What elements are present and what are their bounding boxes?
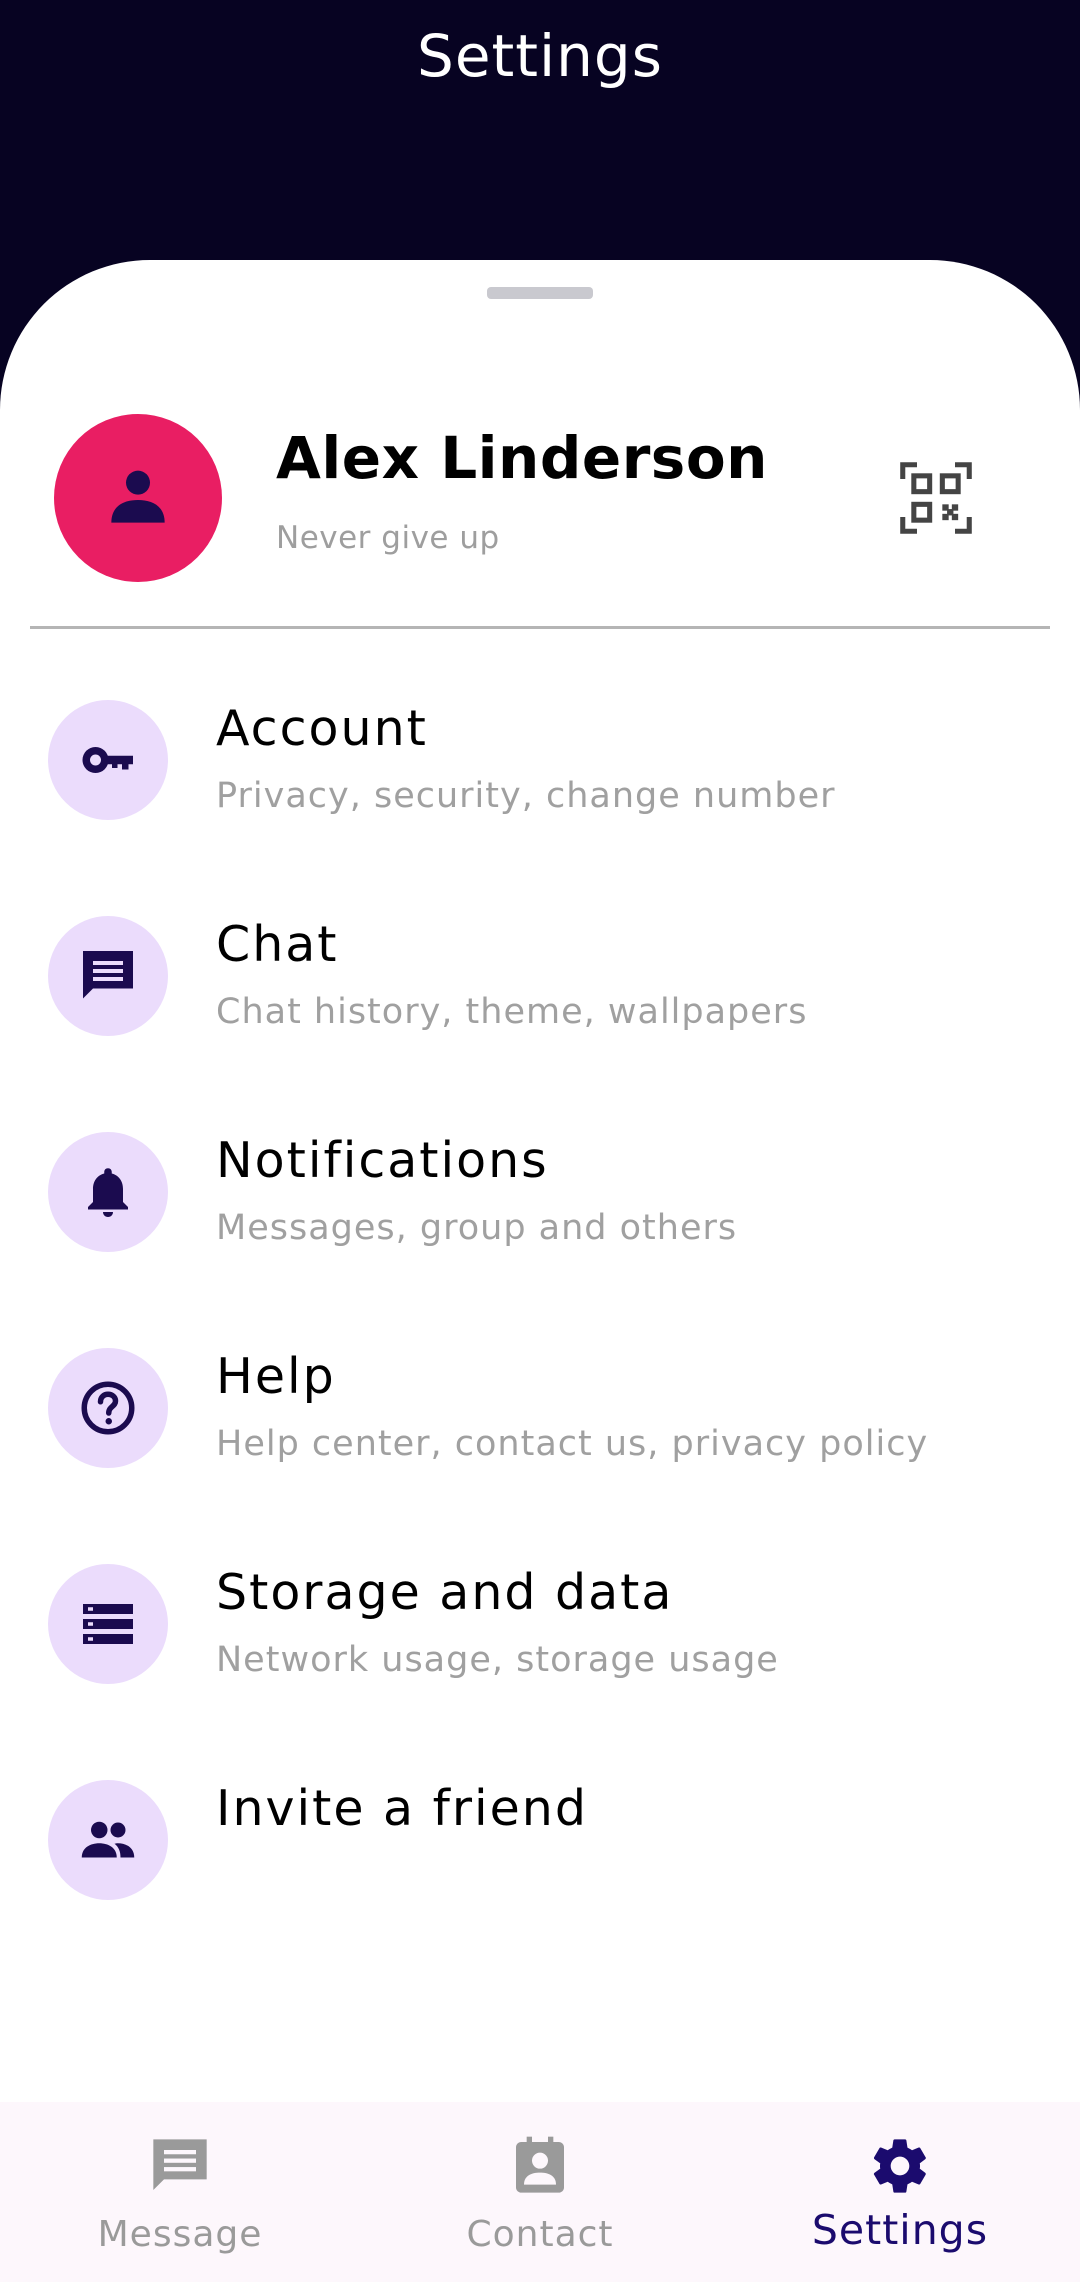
qr-code-icon <box>900 462 972 534</box>
nav-label: Settings <box>811 2206 989 2254</box>
menu-item-subtitle: Network usage, storage usage <box>216 1640 779 1680</box>
profile-card[interactable]: Alex Linderson Never give up <box>54 414 1044 584</box>
chat-icon-container <box>48 916 168 1036</box>
menu-item-help[interactable]: Help Help center, contact us, privacy po… <box>0 1348 1080 1564</box>
menu-item-subtitle: Help center, contact us, privacy policy <box>216 1424 929 1464</box>
profile-name: Alex Linderson <box>276 424 768 492</box>
menu-item-title: Chat <box>216 916 339 973</box>
chat-icon <box>83 951 133 999</box>
key-icon <box>82 747 133 773</box>
menu-item-title: Invite a friend <box>216 1780 588 1837</box>
people-icon-container <box>48 1780 168 1900</box>
bottom-navigation: Message Contact Settings <box>0 2102 1080 2282</box>
header-bar: Settings <box>0 0 1080 280</box>
key-icon-container <box>48 700 168 820</box>
menu-item-notifications[interactable]: Notifications Messages, group and others <box>0 1132 1080 1348</box>
settings-sheet: Alex Linderson Never give up Account Pri… <box>0 260 1080 2282</box>
nav-item-contact[interactable]: Contact <box>360 2102 720 2282</box>
menu-item-title: Account <box>216 700 428 757</box>
avatar[interactable] <box>54 414 222 582</box>
qr-code-button[interactable] <box>898 460 974 536</box>
page-title: Settings <box>417 22 663 90</box>
nav-item-settings[interactable]: Settings <box>720 2102 1080 2282</box>
gear-icon <box>873 2139 926 2193</box>
contact-icon <box>516 2136 564 2193</box>
storage-icon <box>83 1604 133 1644</box>
menu-item-account[interactable]: Account Privacy, security, change number <box>0 700 1080 916</box>
help-icon <box>81 1381 135 1435</box>
menu-item-subtitle: Privacy, security, change number <box>216 776 836 816</box>
message-icon <box>153 2139 207 2190</box>
menu-item-subtitle: Chat history, theme, wallpapers <box>216 992 808 1032</box>
profile-status: Never give up <box>276 520 500 556</box>
menu-item-storage[interactable]: Storage and data Network usage, storage … <box>0 1564 1080 1780</box>
menu-item-title: Help <box>216 1348 336 1405</box>
drag-handle[interactable] <box>487 287 593 299</box>
menu-item-title: Notifications <box>216 1132 549 1189</box>
nav-label: Message <box>97 2214 263 2255</box>
bell-icon <box>88 1168 128 1217</box>
menu-item-invite[interactable]: Invite a friend <box>0 1780 1080 1996</box>
profile-divider <box>30 626 1050 629</box>
help-icon-container <box>48 1348 168 1468</box>
nav-label: Contact <box>466 2214 614 2255</box>
people-icon <box>81 1821 135 1858</box>
menu-item-chat[interactable]: Chat Chat history, theme, wallpapers <box>0 916 1080 1132</box>
menu-item-title: Storage and data <box>216 1564 674 1621</box>
bell-icon-container <box>48 1132 168 1252</box>
settings-menu: Account Privacy, security, change number… <box>0 700 1080 1996</box>
menu-item-subtitle: Messages, group and others <box>216 1208 738 1248</box>
person-icon <box>111 470 165 523</box>
nav-item-message[interactable]: Message <box>0 2102 360 2282</box>
storage-icon-container <box>48 1564 168 1684</box>
